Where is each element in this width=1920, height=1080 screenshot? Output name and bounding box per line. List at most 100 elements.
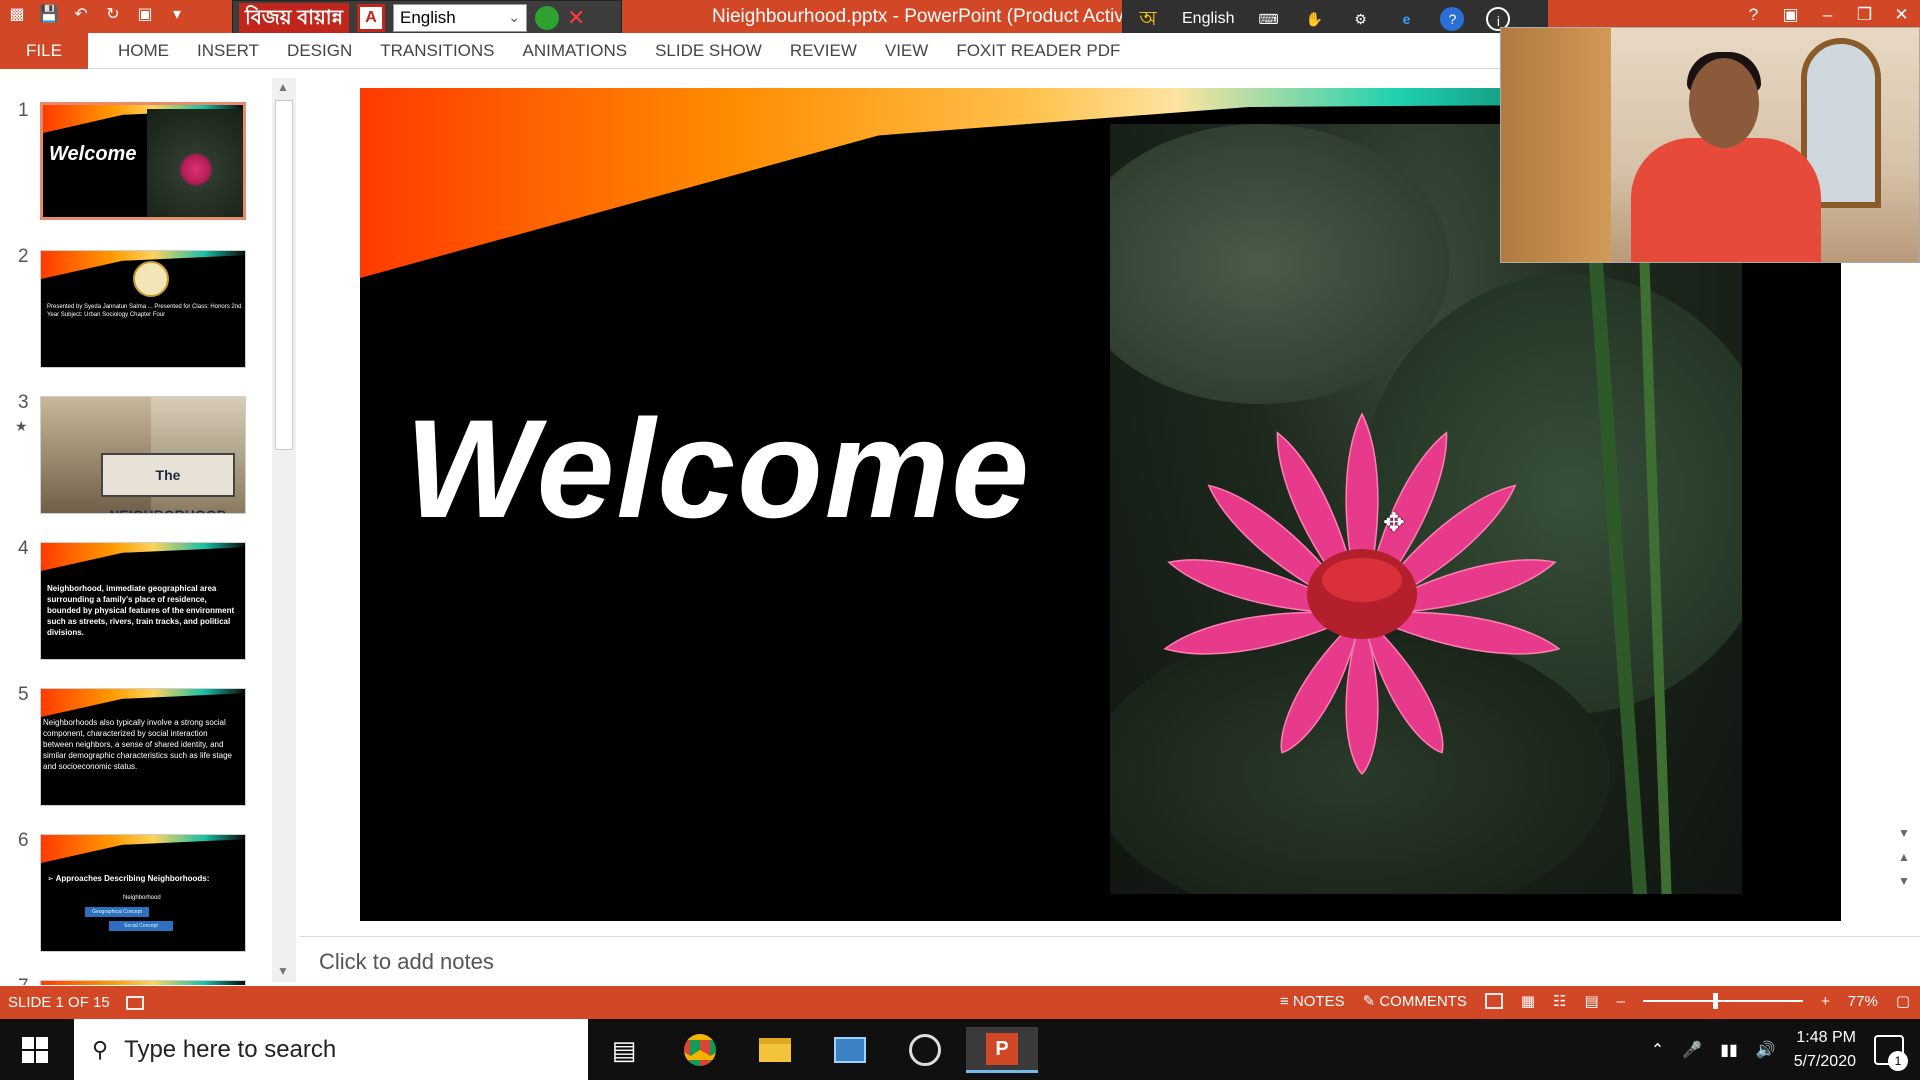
zoom-slider-knob[interactable]: [1713, 993, 1719, 1009]
scroll-up-arrow-icon[interactable]: ▲: [277, 80, 289, 94]
slide-thumbnail-1[interactable]: Welcome: [40, 102, 246, 220]
status-bar: SLIDE 1 OF 15 ≡ NOTES ✎ COMMENTS ▦ ☷ ▤ –…: [0, 986, 1920, 1019]
bijoy-go-icon[interactable]: [535, 6, 559, 30]
zoom-out-icon[interactable]: –: [1617, 993, 1625, 1010]
zoom-slider[interactable]: [1643, 993, 1804, 1009]
notification-count-badge: 1: [1888, 1050, 1908, 1071]
keyboard-icon[interactable]: ⌨: [1256, 7, 1280, 31]
minimize-button[interactable]: –: [1809, 5, 1846, 25]
microphone-icon[interactable]: 🎤: [1682, 1040, 1702, 1060]
file-explorer-icon[interactable]: [745, 1027, 805, 1073]
thumbnail-number: 1: [18, 100, 29, 121]
volume-icon[interactable]: 🔊: [1756, 1040, 1776, 1060]
start-slideshow-icon[interactable]: ▣: [134, 4, 156, 26]
tab-slide-show[interactable]: SLIDE SHOW: [641, 33, 776, 69]
battery-icon[interactable]: ▮▮: [1720, 1040, 1738, 1060]
save-icon[interactable]: 💾: [38, 4, 60, 26]
slide-thumbnail-6[interactable]: ➢ Approaches Describing Neighborhoods: N…: [40, 834, 246, 952]
slide-indicator: SLIDE 1 OF 15: [8, 994, 110, 1011]
windows-start-button[interactable]: [22, 1037, 48, 1063]
animation-star-icon: ★: [15, 418, 28, 434]
taskbar-search-box[interactable]: ⚲ Type here to search: [74, 1019, 588, 1080]
tab-file[interactable]: FILE: [0, 33, 88, 69]
zoom-in-icon[interactable]: +: [1821, 993, 1830, 1010]
presenter-face: [1689, 58, 1759, 148]
notes-pane[interactable]: Click to add notes: [300, 936, 1920, 986]
ribbon-tab-list: HOME INSERT DESIGN TRANSITIONS ANIMATION…: [104, 33, 1134, 69]
thumbnail-scrollbar[interactable]: ▲ ▼: [272, 78, 296, 982]
chrome-icon[interactable]: [670, 1027, 730, 1073]
bijoy-logo[interactable]: বিজয় বায়ান্ন: [239, 3, 349, 33]
redo-icon[interactable]: ↻: [102, 4, 124, 26]
bijoy-language-select[interactable]: English ⌄: [393, 4, 527, 32]
spelling-check-icon[interactable]: [125, 995, 144, 1010]
control-panel-icon[interactable]: [820, 1027, 880, 1073]
bijoy-language-value: English: [400, 8, 456, 27]
comments-toggle-button[interactable]: ✎ COMMENTS: [1363, 992, 1467, 1010]
clock-time: 1:48 PM: [1796, 1028, 1856, 1046]
clock-date: 5/7/2020: [1793, 1052, 1856, 1070]
slide-thumbnail-5[interactable]: Neighborhoods also typically involve a s…: [40, 688, 246, 806]
language-bar-label[interactable]: English: [1182, 10, 1234, 28]
thumbnail-swoosh: [41, 981, 245, 985]
obs-icon[interactable]: [895, 1027, 955, 1073]
tab-insert[interactable]: INSERT: [183, 33, 273, 69]
scroll-down-arrow-icon[interactable]: ▼: [277, 964, 289, 978]
task-view-icon[interactable]: ▤: [594, 1027, 654, 1073]
next-slide-icon[interactable]: ▼: [1894, 874, 1914, 898]
normal-view-icon[interactable]: [1484, 993, 1503, 1009]
internet-explorer-icon[interactable]: e: [1394, 7, 1418, 31]
tab-design[interactable]: DESIGN: [273, 33, 366, 69]
help-button[interactable]: ?: [1735, 5, 1772, 25]
show-hidden-icons-icon[interactable]: ⌃: [1651, 1040, 1664, 1060]
slide-title[interactable]: Welcome: [405, 388, 1031, 550]
thumbnail-number: 3: [18, 392, 29, 413]
slide-thumbnail-4[interactable]: Neighborhood, immediate geographical are…: [40, 542, 246, 660]
previous-slide-icon[interactable]: ▲: [1894, 850, 1914, 874]
tab-foxit-reader-pdf[interactable]: FOXIT READER PDF: [942, 33, 1134, 69]
hand-icon[interactable]: ✋: [1302, 7, 1326, 31]
search-placeholder: Type here to search: [124, 1035, 337, 1063]
undo-icon[interactable]: ↶: [70, 4, 92, 26]
slide-thumbnail-7[interactable]: [40, 980, 246, 985]
tab-animations[interactable]: ANIMATIONS: [509, 33, 642, 69]
close-button[interactable]: ✕: [1883, 5, 1920, 25]
tab-review[interactable]: REVIEW: [776, 33, 871, 69]
taskbar-clock[interactable]: 1:48 PM 5/7/2020: [1794, 1026, 1856, 1074]
thumbnail-text: ➢ Approaches Describing Neighborhoods:: [47, 874, 210, 883]
help-icon[interactable]: ?: [1440, 7, 1465, 31]
powerpoint-app-icon[interactable]: ▩: [6, 4, 28, 26]
tab-view[interactable]: VIEW: [871, 33, 942, 69]
zoom-level[interactable]: 77%: [1848, 993, 1878, 1010]
bijoy-close-icon[interactable]: ✕: [567, 5, 585, 31]
thumbnail-swoosh: [41, 835, 245, 863]
tab-transitions[interactable]: TRANSITIONS: [366, 33, 508, 69]
slide-thumbnail-2[interactable]: Presented by Syeda Jannatun Salma ... Pr…: [40, 250, 246, 368]
gear-icon[interactable]: ⚙: [1348, 7, 1372, 31]
bengali-script-icon[interactable]: অ: [1136, 7, 1160, 31]
ribbon-display-options-icon[interactable]: ▣: [1772, 5, 1809, 25]
quick-access-toolbar: ▩ 💾 ↶ ↻ ▣ ▾: [6, 4, 188, 26]
slide-show-view-icon[interactable]: ▤: [1584, 992, 1598, 1010]
window-title: Nieighbourhood.pptx - PowerPoint (Produc…: [712, 6, 1140, 27]
bijoy-a-icon[interactable]: A: [357, 4, 385, 32]
thumbnail-text: Welcome: [49, 143, 137, 165]
scrollbar-thumb[interactable]: [275, 100, 293, 450]
restore-button[interactable]: ❐: [1846, 5, 1883, 25]
window-controls: ? ▣ – ❐ ✕: [1735, 0, 1920, 30]
tab-home[interactable]: HOME: [104, 33, 183, 69]
powerpoint-taskbar-icon[interactable]: P: [966, 1027, 1038, 1073]
thumbnail-number: 4: [18, 538, 29, 559]
fit-to-window-icon[interactable]: ▢: [1896, 992, 1910, 1010]
customize-qat-icon[interactable]: ▾: [166, 4, 188, 26]
thumbnail-number: 5: [18, 684, 29, 705]
slide-sorter-view-icon[interactable]: ▦: [1521, 992, 1535, 1010]
action-center-icon[interactable]: 1: [1874, 1034, 1908, 1071]
scroll-down-arrow-icon[interactable]: ▼: [1894, 826, 1914, 850]
reading-view-icon[interactable]: ☷: [1553, 992, 1566, 1010]
chevron-down-icon: ⌄: [508, 9, 520, 25]
bijoy-toolbar: বিজয় বায়ান্ন A English ⌄ ✕: [232, 0, 622, 36]
notes-toggle-button[interactable]: ≡ NOTES: [1280, 993, 1345, 1010]
thumbnail-number: 7: [18, 976, 29, 985]
slide-thumbnail-3[interactable]: The NEIGHBORHOOD: [40, 396, 246, 514]
